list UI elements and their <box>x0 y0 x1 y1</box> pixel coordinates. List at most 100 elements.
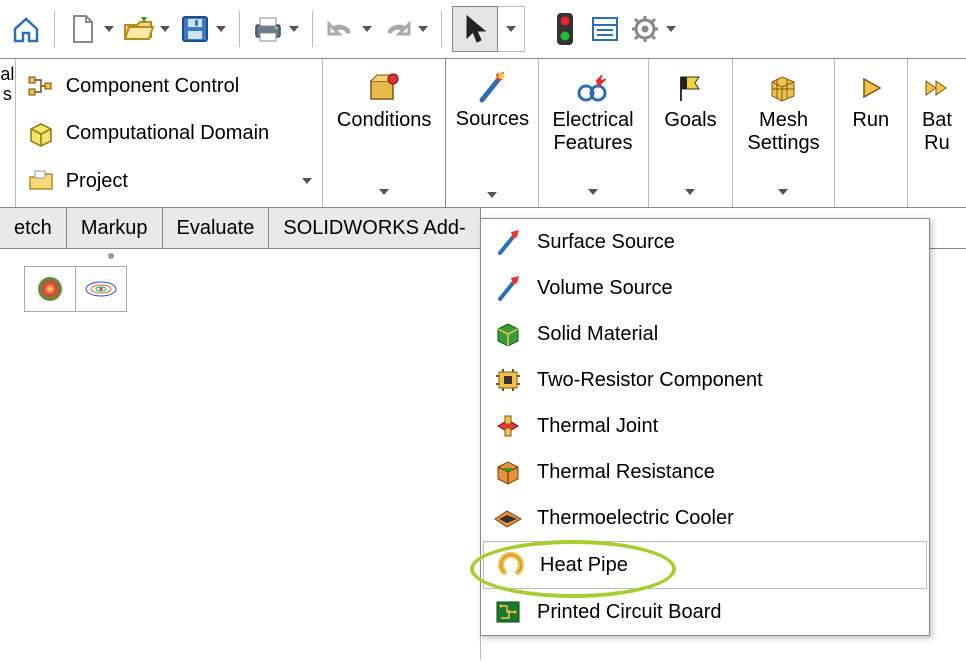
print-dropdown[interactable] <box>286 9 302 49</box>
component-control-icon <box>26 75 56 99</box>
tab-sketch-label: etch <box>14 217 52 240</box>
mesh-group: Mesh Settings <box>733 59 834 207</box>
home-button[interactable] <box>8 9 44 49</box>
tab-addins[interactable]: SOLIDWORKS Add- <box>269 208 480 248</box>
project-dropdown-caret[interactable] <box>302 178 312 184</box>
menu-item-volume-source[interactable]: Volume Source <box>481 265 929 311</box>
menu-item-two-resistor[interactable]: Two-Resistor Component <box>481 357 929 403</box>
computational-domain-icon <box>26 121 56 147</box>
mesh-icon <box>768 69 798 107</box>
conditions-group: Conditions <box>323 59 447 207</box>
redo-button[interactable] <box>379 9 415 49</box>
cut-label: al s <box>0 65 15 105</box>
select-button[interactable] <box>452 6 498 52</box>
new-document-button[interactable] <box>65 9 101 49</box>
electrical-button[interactable]: Electrical Features <box>548 65 637 203</box>
goals-group: Goals <box>649 59 734 207</box>
tab-markup[interactable]: Markup <box>67 208 163 248</box>
goals-button[interactable]: Goals <box>659 65 723 203</box>
project-label: Project <box>66 170 128 193</box>
conditions-label: Conditions <box>337 109 432 132</box>
project-icon <box>26 169 56 193</box>
project-item[interactable]: Project <box>26 160 312 203</box>
menu-item-thermal-joint[interactable]: Thermal Joint <box>481 403 929 449</box>
sources-button[interactable]: Sources <box>456 60 528 206</box>
component-control-label: Component Control <box>66 75 239 98</box>
electrical-group: Electrical Features <box>538 59 648 207</box>
sources-caret[interactable] <box>487 192 497 198</box>
select-dropdown[interactable] <box>498 6 525 52</box>
print-button[interactable] <box>250 9 286 49</box>
sources-label: Sources <box>456 108 529 131</box>
torch-icon <box>493 274 523 302</box>
tab-evaluate-label: Evaluate <box>177 217 255 240</box>
menu-label: Two-Resistor Component <box>537 369 763 392</box>
save-button[interactable] <box>177 9 213 49</box>
chip-icon <box>493 367 523 393</box>
menu-label: Surface Source <box>537 231 675 254</box>
run-button[interactable]: Run <box>845 65 897 203</box>
torch-icon <box>493 228 523 256</box>
tab-sketch[interactable]: etch <box>0 208 67 248</box>
box-green-icon <box>493 321 523 347</box>
new-document-dropdown[interactable] <box>101 9 117 49</box>
conditions-caret[interactable] <box>379 189 389 195</box>
electrical-label: Electrical Features <box>552 109 633 155</box>
open-dropdown[interactable] <box>157 9 173 49</box>
cooler-icon <box>493 507 523 529</box>
batch-icon <box>924 69 950 107</box>
sources-icon <box>476 68 508 106</box>
menu-item-heat-pipe[interactable]: Heat Pipe <box>483 541 927 589</box>
menu-label: Volume Source <box>537 277 673 300</box>
undo-dropdown[interactable] <box>359 9 375 49</box>
pipe-icon <box>496 552 526 578</box>
run-label: Run <box>852 109 889 132</box>
batch-button[interactable]: Bat Ru <box>918 65 956 203</box>
sources-dropdown-menu: Surface Source Volume Source Solid Mater… <box>480 218 930 636</box>
menu-label: Printed Circuit Board <box>537 601 722 624</box>
menu-label: Thermoelectric Cooler <box>537 507 734 530</box>
mesh-button[interactable]: Mesh Settings <box>743 65 823 203</box>
workspace-panel <box>0 260 481 660</box>
tab-evaluate[interactable]: Evaluate <box>163 208 270 248</box>
ribbon-cut-left: al s <box>0 59 16 207</box>
ribbon-tree-group: Component Control Computational Domain P… <box>16 59 323 207</box>
ribbon: al s Component Control Computational Dom… <box>0 59 966 208</box>
menu-item-thermoelectric-cooler[interactable]: Thermoelectric Cooler <box>481 495 929 541</box>
save-dropdown[interactable] <box>213 9 229 49</box>
redo-dropdown[interactable] <box>415 9 431 49</box>
settings-button[interactable] <box>627 9 663 49</box>
run-group: Run <box>835 59 908 207</box>
menu-label: Solid Material <box>537 323 658 346</box>
menu-item-pcb[interactable]: Printed Circuit Board <box>481 589 929 635</box>
menu-item-surface-source[interactable]: Surface Source <box>481 219 929 265</box>
electrical-icon <box>576 69 610 107</box>
goals-label: Goals <box>664 109 716 132</box>
batch-label: Bat Ru <box>922 109 952 155</box>
joint-icon <box>493 414 523 438</box>
mesh-caret[interactable] <box>778 189 788 195</box>
menu-label: Heat Pipe <box>540 554 628 577</box>
component-control-item[interactable]: Component Control <box>26 65 312 108</box>
computational-domain-label: Computational Domain <box>66 122 269 145</box>
undo-button[interactable] <box>323 9 359 49</box>
traffic-light-icon[interactable] <box>547 9 583 49</box>
electrical-caret[interactable] <box>588 189 598 195</box>
computational-domain-item[interactable]: Computational Domain <box>26 112 312 155</box>
tab-markup-label: Markup <box>81 217 148 240</box>
menu-item-thermal-resistance[interactable]: Thermal Resistance <box>481 449 929 495</box>
tab-addins-label: SOLIDWORKS Add- <box>283 217 465 240</box>
mesh-label: Mesh Settings <box>747 109 819 155</box>
options-button[interactable] <box>587 9 623 49</box>
goals-caret[interactable] <box>685 189 695 195</box>
box-orange-icon <box>493 459 523 485</box>
quick-access-toolbar <box>0 0 966 59</box>
menu-label: Thermal Resistance <box>537 461 715 484</box>
conditions-icon <box>367 69 401 107</box>
batch-group: Bat Ru <box>908 59 966 207</box>
settings-dropdown[interactable] <box>663 9 679 49</box>
menu-item-solid-material[interactable]: Solid Material <box>481 311 929 357</box>
conditions-button[interactable]: Conditions <box>333 65 436 203</box>
run-icon <box>858 69 884 107</box>
open-button[interactable] <box>121 9 157 49</box>
